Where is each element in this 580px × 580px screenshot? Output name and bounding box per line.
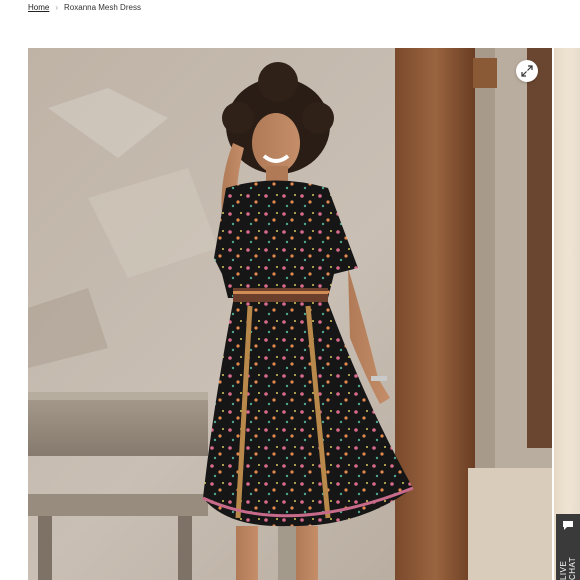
live-chat-label: LIVE CHAT bbox=[559, 556, 577, 580]
expand-icon bbox=[521, 65, 533, 77]
breadcrumb-current: Roxanna Mesh Dress bbox=[64, 3, 141, 12]
breadcrumb: Home › Roxanna Mesh Dress bbox=[28, 3, 141, 12]
expand-image-button[interactable] bbox=[516, 60, 538, 82]
breadcrumb-separator: › bbox=[55, 3, 59, 12]
breadcrumb-home-link[interactable]: Home bbox=[28, 3, 49, 12]
live-chat-button[interactable]: LIVE CHAT bbox=[556, 514, 580, 580]
product-image-gallery[interactable] bbox=[28, 48, 552, 580]
chat-bubble-icon bbox=[563, 520, 573, 530]
product-photo bbox=[28, 48, 552, 580]
next-image-preview[interactable] bbox=[554, 48, 580, 580]
